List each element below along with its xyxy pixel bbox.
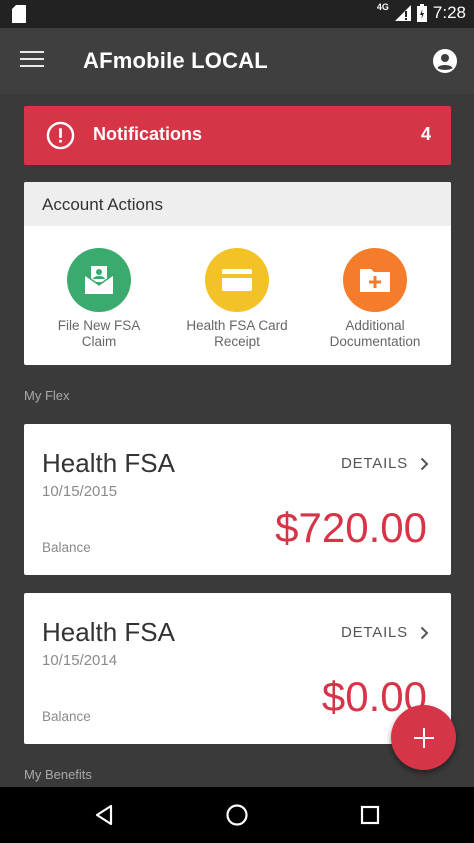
account-card[interactable]: Health FSA 10/15/2014 DETAILS Balance $0… <box>24 593 451 744</box>
envelope-photo-icon <box>67 248 131 312</box>
account-actions-card: Account Actions File New FSA Claim Healt… <box>24 182 451 365</box>
balance-label: Balance <box>42 540 91 555</box>
details-label: DETAILS <box>340 624 408 641</box>
action-label-line1: Additional <box>345 318 405 333</box>
account-name: Health FSA <box>42 448 175 478</box>
status-bar: 4G 7:28 <box>0 0 474 28</box>
my-benefits-label: My Benefits <box>24 767 92 782</box>
signal-icon <box>394 5 411 21</box>
action-label-line1: File New FSA <box>57 318 141 333</box>
my-flex-label: My Flex <box>24 388 70 403</box>
additional-documentation-action[interactable]: Additional Documentation <box>300 248 450 350</box>
clock: 7:28 <box>432 3 466 22</box>
back-icon[interactable] <box>92 803 116 827</box>
menu-icon[interactable] <box>20 51 44 71</box>
network-type: 4G <box>376 2 389 12</box>
account-card[interactable]: Health FSA 10/15/2015 DETAILS Balance $7… <box>24 424 451 575</box>
chevron-right-icon <box>420 457 429 470</box>
add-button[interactable] <box>391 705 456 770</box>
file-new-fsa-claim-action[interactable]: File New FSA Claim <box>24 248 174 350</box>
details-label: DETAILS <box>340 455 408 472</box>
notifications-label: Notifications <box>93 124 203 144</box>
alert-icon <box>46 121 75 150</box>
details-button[interactable]: DETAILS <box>341 455 429 472</box>
account-name: Health FSA <box>42 617 175 647</box>
folder-plus-icon <box>343 248 407 312</box>
app-title: AFmobile LOCAL <box>83 48 268 73</box>
action-label-line1: Health FSA Card <box>186 318 288 333</box>
health-fsa-card-receipt-action[interactable]: Health FSA Card Receipt <box>162 248 312 350</box>
card-icon <box>205 248 269 312</box>
system-nav-bar <box>0 787 474 843</box>
chevron-right-icon <box>420 626 429 639</box>
home-icon[interactable] <box>225 803 249 827</box>
balance-label: Balance <box>42 709 91 724</box>
battery-icon <box>416 4 427 22</box>
account-date: 10/15/2014 <box>42 652 118 669</box>
app-bar: AFmobile LOCAL <box>0 28 474 94</box>
action-label-line2: Receipt <box>214 334 260 349</box>
notifications-banner[interactable]: Notifications 4 <box>24 106 451 165</box>
action-label-line2: Documentation <box>329 334 421 349</box>
notifications-count: 4 <box>420 124 431 144</box>
recents-icon[interactable] <box>358 803 382 827</box>
account-date: 10/15/2015 <box>42 483 118 500</box>
account-actions-header: Account Actions <box>24 182 451 226</box>
sd-card-icon <box>12 5 26 23</box>
plus-icon <box>413 727 434 748</box>
action-label-line2: Claim <box>81 334 117 349</box>
account-icon[interactable] <box>432 48 458 74</box>
balance-amount: $720.00 <box>275 504 427 551</box>
details-button[interactable]: DETAILS <box>341 624 429 641</box>
